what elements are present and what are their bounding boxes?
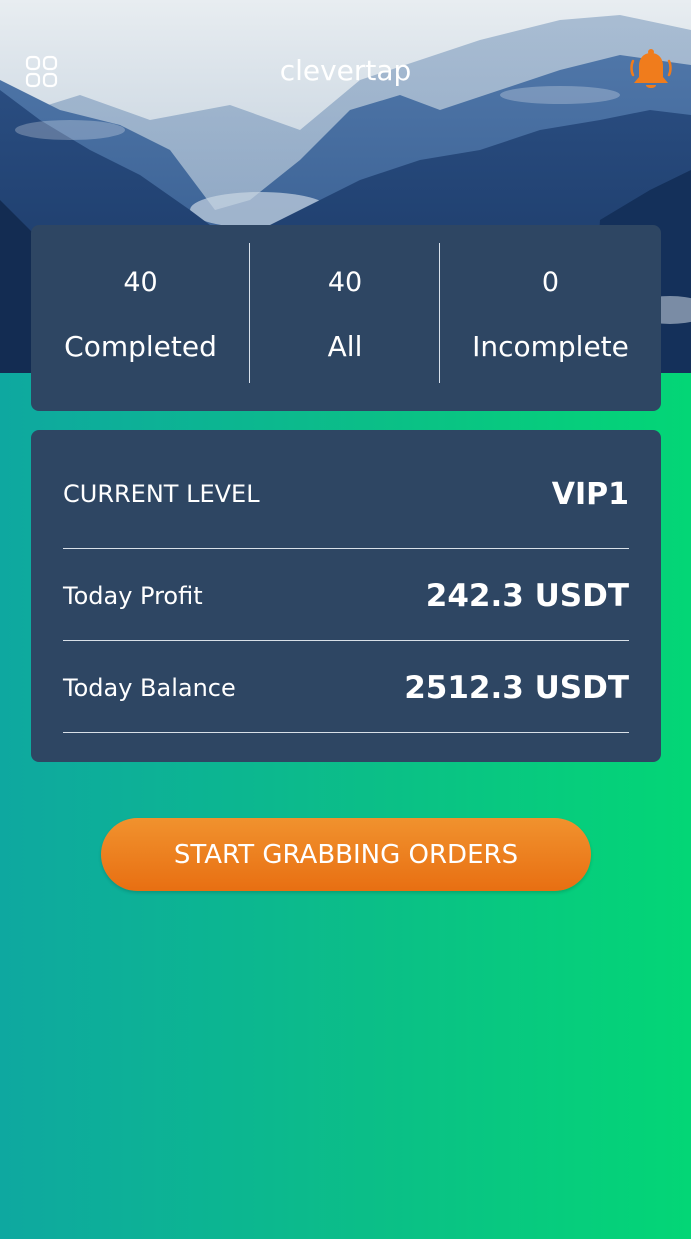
stat-label: Incomplete [472, 330, 629, 363]
today-profit-row: Today Profit 242.3 USDT [63, 549, 629, 641]
stat-incomplete[interactable]: 0 Incomplete [440, 225, 661, 411]
bell-icon[interactable] [628, 47, 674, 95]
stat-label: All [327, 330, 363, 363]
today-profit-label: Today Profit [63, 581, 203, 610]
stat-value: 40 [327, 267, 363, 298]
today-balance-row: Today Balance 2512.3 USDT [63, 641, 629, 733]
current-level-value: VIP1 [551, 476, 629, 512]
top-bar: clevertap [0, 0, 691, 145]
current-level-label: CURRENT LEVEL [63, 480, 260, 508]
start-grabbing-orders-button[interactable]: START GRABBING ORDERS [101, 818, 591, 891]
current-level-row: CURRENT LEVEL VIP1 [63, 430, 629, 549]
stat-label: Completed [64, 330, 217, 363]
stat-value: 40 [123, 267, 158, 298]
stat-completed[interactable]: 40 Completed [31, 225, 250, 411]
today-balance-label: Today Balance [63, 673, 236, 702]
order-stats-card: 40 Completed 40 All 0 Incomplete [31, 225, 661, 411]
stat-all[interactable]: 40 All [250, 225, 440, 411]
app-title: clevertap [279, 54, 412, 87]
stat-value: 0 [541, 267, 560, 298]
today-balance-value: 2512.3 USDT [404, 669, 629, 706]
today-profit-value: 242.3 USDT [425, 577, 629, 614]
account-summary-card: CURRENT LEVEL VIP1 Today Profit 242.3 US… [31, 430, 661, 762]
